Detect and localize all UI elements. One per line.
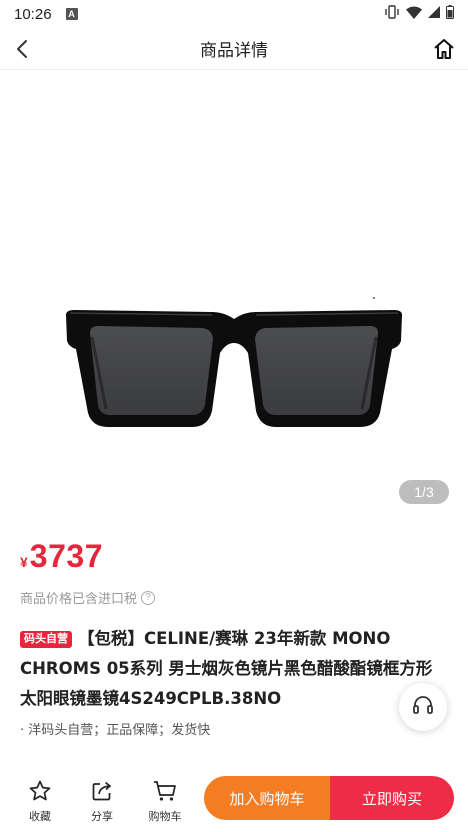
- image-speck: [373, 297, 375, 299]
- favorite-label: 收藏: [29, 810, 51, 823]
- page-title: 商品详情: [200, 41, 268, 61]
- bottom-action-bar: 收藏 分享 购物车 加入购物车 立即购买: [0, 768, 468, 832]
- image-page-indicator: 1/3: [399, 480, 449, 504]
- nav-bar: 商品详情: [0, 28, 468, 70]
- service-guarantee: · 洋码头自营；正品保障；发货快: [20, 723, 211, 738]
- tax-note: 商品价格已含进口税 ?: [20, 588, 156, 607]
- add-to-cart-button[interactable]: 加入购物车: [204, 776, 330, 820]
- sunglasses-product-photo: [66, 310, 402, 427]
- self-operated-badge: 码头自营: [20, 631, 72, 648]
- notification-app-icon: A: [65, 8, 78, 20]
- product-gallery[interactable]: [0, 71, 468, 523]
- tax-note-text: 商品价格已含进口税: [20, 592, 138, 607]
- buy-now-button[interactable]: 立即购买: [330, 776, 454, 820]
- headset-icon: [411, 693, 435, 721]
- cart-label: 购物车: [148, 810, 182, 823]
- status-time: 10:26: [14, 5, 52, 23]
- customer-service-button[interactable]: [399, 683, 447, 731]
- help-icon[interactable]: ?: [141, 590, 156, 605]
- wifi-icon: [406, 6, 422, 23]
- product-title-block: 码头自营 【包税】CELINE/赛琳 23年新款 MONO CHROMS 05系列…: [20, 624, 448, 714]
- currency-symbol: ¥: [20, 554, 28, 570]
- share-label: 分享: [91, 810, 113, 823]
- status-icons: [384, 5, 454, 23]
- price-value: 3737: [29, 538, 103, 574]
- share-button[interactable]: 分享: [82, 778, 122, 824]
- home-icon[interactable]: [430, 35, 458, 63]
- cart-icon: [152, 778, 178, 804]
- price: ¥ 3737: [20, 538, 103, 575]
- battery-icon: [446, 5, 454, 23]
- favorite-button[interactable]: 收藏: [20, 778, 60, 824]
- vibrate-icon: [384, 5, 400, 23]
- product-title: 【包税】CELINE/赛琳 23年新款 MONO CHROMS 05系列 男士烟…: [20, 629, 433, 708]
- star-icon: [27, 778, 53, 804]
- signal-icon: [428, 6, 440, 22]
- status-bar: 10:26 A: [0, 0, 468, 28]
- chevron-left-icon[interactable]: [8, 35, 36, 63]
- share-icon: [89, 778, 115, 804]
- cart-button[interactable]: 购物车: [142, 778, 188, 824]
